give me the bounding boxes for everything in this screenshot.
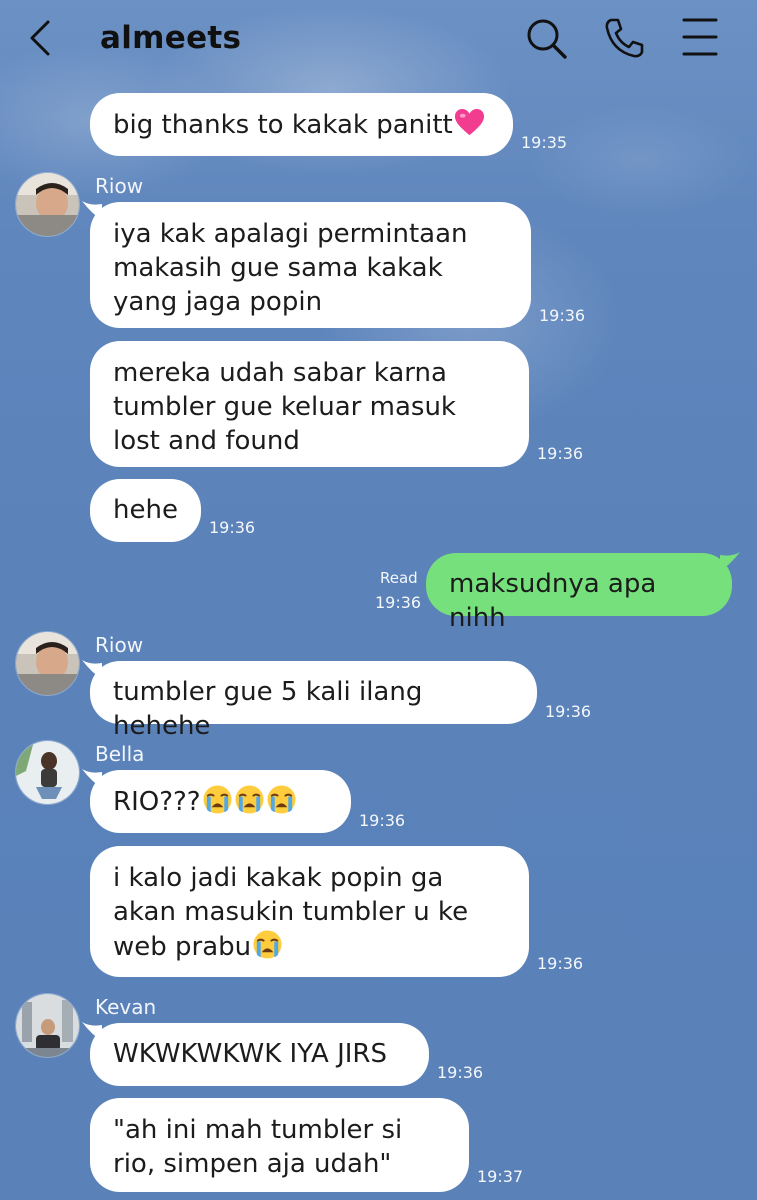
avatar-riow[interactable] [15, 172, 80, 237]
call-button[interactable] [602, 16, 646, 60]
sender-name: Riow [95, 174, 144, 198]
bubble-tail [720, 552, 740, 571]
sender-name: Bella [95, 742, 145, 766]
sender-name: Kevan [95, 995, 157, 1019]
message-time: 19:36 [375, 593, 422, 612]
loudly-crying-face-emoji [202, 784, 233, 815]
message-bubble[interactable]: big thanks to kakak panitt [90, 93, 513, 156]
avatar-riow-photo [16, 632, 79, 695]
bubble-tail [80, 1021, 106, 1047]
avatar-riow[interactable] [15, 631, 80, 696]
message-bubble[interactable]: tumbler gue 5 kali ilang hehehe [90, 661, 537, 741]
message-time: 19:36 [539, 306, 586, 325]
avatar-bella[interactable] [15, 740, 80, 805]
message-text: iya kak apalagi permintaan makasih gue s… [113, 219, 468, 317]
loudly-crying-face-emoji [266, 784, 297, 815]
message-text: WKWKWKWK IYA JIRS [113, 1039, 388, 1069]
phone-icon [605, 18, 644, 58]
message-time: 19:36 [359, 811, 406, 830]
loudly-crying-face-emoji [252, 929, 283, 960]
read-receipt: Read [380, 569, 418, 587]
avatar-riow-photo [16, 173, 79, 236]
chevron-left-icon [30, 20, 50, 56]
message-bubble[interactable]: mereka udah sabar karna tumbler gue kelu… [90, 341, 529, 467]
back-button[interactable] [24, 18, 58, 58]
message-bubble[interactable]: "ah ini mah tumbler si rio, simpen aja u… [90, 1098, 469, 1192]
avatar-kevan-photo [16, 994, 79, 1057]
message-time: 19:36 [209, 518, 256, 537]
message-time: 19:35 [521, 133, 568, 152]
message-text: tumbler gue 5 kali ilang hehehe [113, 677, 423, 741]
chat-title: almeets [100, 20, 242, 56]
bubble-tail [80, 659, 106, 685]
loudly-crying-face-emoji [234, 784, 265, 815]
bubble-tail [80, 200, 106, 226]
message-bubble-outgoing[interactable]: maksudnya apa nihh [426, 552, 740, 633]
message-time: 19:36 [537, 954, 584, 973]
message-text: RIO??? [113, 787, 201, 817]
message-text: big thanks to kakak panitt [113, 110, 453, 140]
bubble-tail [80, 768, 106, 794]
message-bubble[interactable]: iya kak apalagi permintaan makasih gue s… [90, 202, 531, 328]
message-text: mereka udah sabar karna tumbler gue kelu… [113, 358, 456, 456]
sender-name: Riow [95, 633, 144, 657]
message-time: 19:37 [477, 1167, 524, 1186]
pink-heart-emoji [454, 108, 484, 136]
search-icon [527, 19, 567, 59]
menu-icon [682, 18, 718, 56]
message-text: "ah ini mah tumbler si rio, simpen aja u… [113, 1115, 403, 1179]
message-text: i kalo jadi kakak popin ga akan masukin … [113, 863, 469, 962]
message-text: hehe [113, 495, 178, 525]
message-text: maksudnya apa nihh [449, 569, 657, 633]
avatar-bella-photo [16, 741, 79, 804]
message-bubble[interactable]: i kalo jadi kakak popin ga akan masukin … [90, 846, 529, 977]
search-button[interactable] [524, 16, 568, 60]
message-bubble[interactable]: hehe [90, 479, 201, 542]
avatar-kevan[interactable] [15, 993, 80, 1058]
message-bubble[interactable]: WKWKWKWK IYA JIRS [90, 1023, 429, 1086]
message-bubble[interactable]: RIO??? [90, 770, 351, 833]
message-time: 19:36 [437, 1063, 484, 1082]
message-time: 19:36 [537, 444, 584, 463]
chat-header: almeets [0, 0, 757, 82]
message-time: 19:36 [545, 702, 592, 721]
menu-button[interactable] [678, 16, 722, 60]
